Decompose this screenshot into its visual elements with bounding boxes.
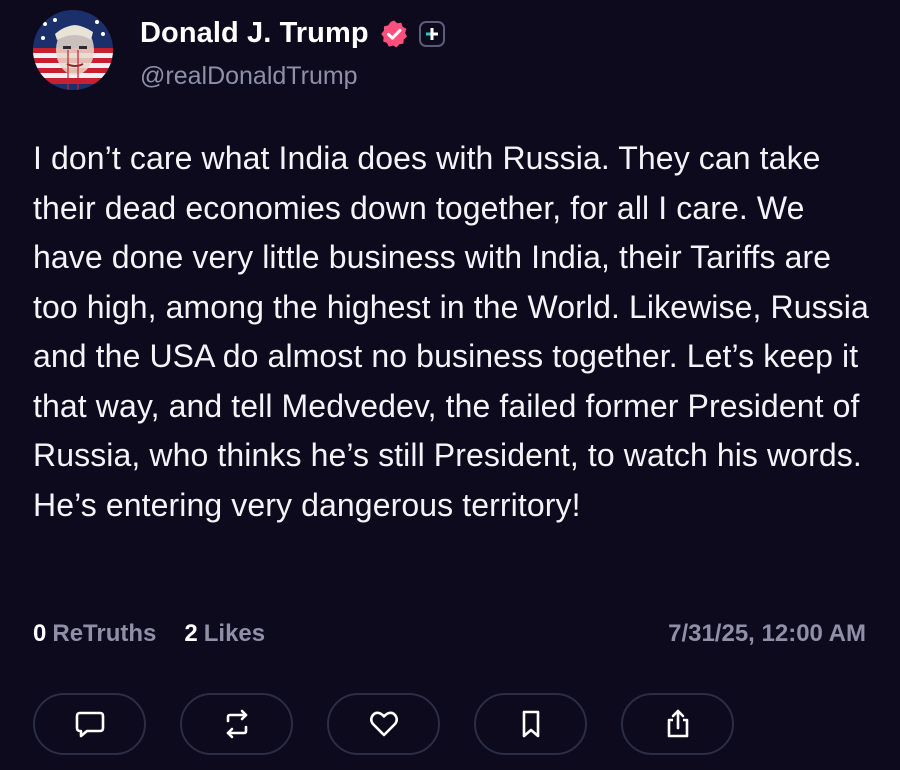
repost-icon [226, 709, 247, 739]
likes-count: 2 [184, 620, 198, 647]
verified-badge-icon [380, 20, 407, 47]
username-handle[interactable]: @realDonaldTrump [140, 62, 358, 91]
heart-icon [369, 711, 398, 737]
action-bar [33, 693, 734, 755]
post-stats: 0 ReTruths 2 Likes 7/31/25, 12:00 AM [33, 620, 866, 648]
post-body: I don’t care what India does with Russia… [33, 140, 869, 523]
truth-post: Donald J. Trump @realDonaldTrump I don’t… [0, 0, 900, 770]
likes-label: Likes [203, 620, 266, 647]
author-name-row: Donald J. Trump [140, 17, 445, 50]
display-name[interactable]: Donald J. Trump [140, 17, 369, 50]
share-icon [667, 709, 688, 738]
likes-stat[interactable]: 2 Likes [184, 620, 265, 648]
plus-badge [418, 20, 445, 47]
post-timestamp: 7/31/25, 12:00 AM [668, 620, 866, 647]
plus-icon [425, 27, 438, 40]
bookmark-icon [522, 710, 539, 738]
retruth-button[interactable] [180, 693, 293, 755]
reply-button[interactable] [33, 693, 146, 755]
share-button[interactable] [621, 693, 734, 755]
retruths-count: 0 [33, 620, 47, 647]
retruths-label: ReTruths [52, 620, 157, 647]
like-button[interactable] [327, 693, 440, 755]
avatar-image [33, 10, 113, 90]
bookmark-button[interactable] [474, 693, 587, 755]
comment-icon [75, 711, 104, 738]
retruths-stat[interactable]: 0 ReTruths [33, 620, 156, 648]
avatar[interactable] [33, 10, 113, 90]
